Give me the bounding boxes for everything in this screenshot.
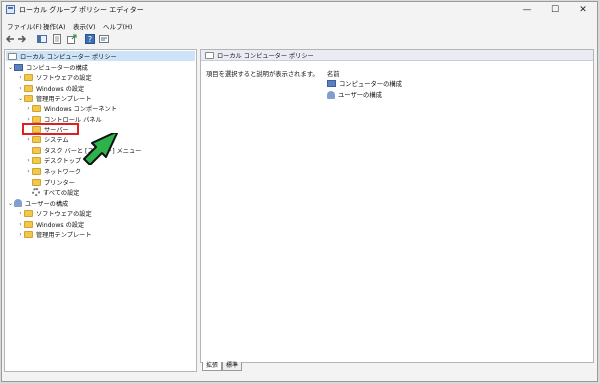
app-window: ローカル グループ ポリシー エディター — ☐ ✕ ファイル(F) 操作(A)… [1,1,598,382]
tree-item[interactable]: すべての設定 [25,187,79,197]
chevron-right-icon[interactable]: › [25,116,32,123]
description-text: 項目を選択すると説明が表示されます。 [206,71,319,78]
user-config-icon [14,199,22,207]
filter-view-icon[interactable] [99,34,109,44]
tree-pane: ローカル コンピューター ポリシー ⌄ コンピューターの構成 › ソフトウェアの設定 ›… [4,49,197,372]
tree-item[interactable]: › Windows コンポーネント [25,103,117,113]
computer-config-icon [14,63,23,71]
tree-item[interactable]: ⌄ ユーザーの構成 [7,198,68,208]
minimize-button[interactable]: — [513,2,541,18]
tree-item[interactable]: ⌄ 管理用テンプレート [17,93,92,103]
tree-item[interactable]: ⌄ コンピューターの構成 [7,62,88,72]
tree-item-label: ネットワーク [44,168,82,176]
chevron-right-icon[interactable]: › [17,85,24,92]
chevron-right-icon[interactable]: › [17,210,24,217]
menu-bar: ファイル(F) 操作(A) 表示(V) ヘルプ(H) [2,19,597,32]
tree-item-label: ユーザーの構成 [25,200,69,208]
chevron-right-icon[interactable]: › [25,105,32,112]
folder-icon [24,94,33,102]
list-item-label: コンピューターの構成 [339,81,402,88]
folder-icon [24,220,33,228]
tree-item-label: ソフトウェアの設定 [36,210,92,218]
policy-document-icon [8,52,17,60]
tab-standard[interactable]: 標準 [222,362,243,371]
tree-item-label: Windows コンポーネント [44,105,117,113]
chevron-right-icon[interactable]: › [25,157,32,164]
chevron-right-icon[interactable]: › [17,74,24,81]
folder-icon [32,156,41,164]
network-highlight-box [22,123,79,135]
close-button[interactable]: ✕ [569,2,597,18]
tree-item[interactable]: › ネットワーク [25,166,81,176]
tree-item[interactable]: › Windows の設定 [17,83,84,93]
policy-document-icon [205,51,214,59]
user-config-icon [327,90,335,99]
folder-icon [32,178,41,186]
tree-item-label: 管理用テンプレート [36,95,92,103]
tree-item-label: すべての設定 [43,189,80,197]
forward-arrow-icon[interactable] [17,34,27,44]
maximize-button[interactable]: ☐ [541,2,569,18]
title-bar: ローカル グループ ポリシー エディター — ☐ ✕ [2,2,597,18]
menu-help[interactable]: ヘルプ(H) [103,21,132,31]
details-pane: ローカル コンピューター ポリシー 項目を選択すると説明が表示されます。 名前 … [200,49,594,363]
list-item-computer-config[interactable]: コンピューターの構成 [327,79,402,88]
tree-item[interactable]: › ソフトウェアの設定 [17,208,92,218]
tree-root-local-computer-policy[interactable]: ローカル コンピューター ポリシー [6,51,195,61]
help-icon[interactable]: ? [85,34,95,44]
folder-icon [32,115,41,123]
tree-item[interactable]: › システム [25,134,69,144]
tree-item-label: コンピューターの構成 [26,64,88,72]
chevron-down-icon[interactable]: ⌄ [17,95,24,102]
chevron-down-icon[interactable]: ⌄ [7,200,14,207]
svg-text:?: ? [88,35,92,44]
tree-root-label: ローカル コンピューター ポリシー [20,53,117,61]
back-arrow-icon[interactable] [5,34,15,44]
settings-icon [32,188,40,196]
tab-extended[interactable]: 拡張 [202,362,223,371]
tree-item[interactable]: › ソフトウェアの設定 [17,72,92,82]
tree-item[interactable]: › デスクトップ [25,155,81,165]
column-header-name[interactable]: 名前 [327,69,340,78]
tree-item[interactable]: › Windows の設定 [17,219,84,229]
group-policy-app-icon [6,5,15,14]
folder-icon [24,230,33,238]
tree-item-label: Windows の設定 [36,85,85,93]
chevron-right-icon[interactable]: › [17,231,24,238]
tree-item-label: 管理用テンプレート [36,231,92,239]
properties-sheet-icon[interactable] [52,34,62,44]
folder-icon [24,209,33,217]
export-list-icon[interactable] [67,34,77,44]
tree-item[interactable]: プリンター [25,177,75,187]
details-header-title: ローカル コンピューター ポリシー [217,52,314,60]
view-tabs: 拡張 標準 [202,362,243,372]
details-header: ローカル コンピューター ポリシー [201,50,593,61]
folder-icon [32,135,41,143]
chevron-right-icon[interactable]: › [25,168,32,175]
tree-item-label: ソフトウェアの設定 [36,74,92,82]
window-title: ローカル グループ ポリシー エディター [19,6,144,14]
pointer-arrow-icon [83,133,119,165]
chevron-right-icon[interactable]: › [25,136,32,143]
list-item-label: ユーザーの構成 [338,92,382,99]
menu-action[interactable]: 操作(A) [43,21,66,31]
folder-icon [32,146,41,154]
tree-item-label: プリンター [44,179,75,187]
tree-item-label: Windows の設定 [36,221,85,229]
chevron-down-icon[interactable]: ⌄ [7,64,14,71]
computer-config-icon [327,80,336,87]
tree-item-label: デスクトップ [44,157,82,165]
menu-view[interactable]: 表示(V) [73,21,96,31]
list-item-user-config[interactable]: ユーザーの構成 [327,90,382,99]
toolbar: ? [2,33,597,46]
folder-icon [24,84,33,92]
folder-icon [24,73,33,81]
folder-icon [32,167,41,175]
chevron-right-icon[interactable]: › [17,221,24,228]
folder-icon [32,104,41,112]
tree-item-label: システム [44,136,69,144]
menu-file[interactable]: ファイル(F) [7,21,42,31]
show-hide-tree-icon[interactable] [37,34,47,44]
tree-item[interactable]: › 管理用テンプレート [17,229,92,239]
